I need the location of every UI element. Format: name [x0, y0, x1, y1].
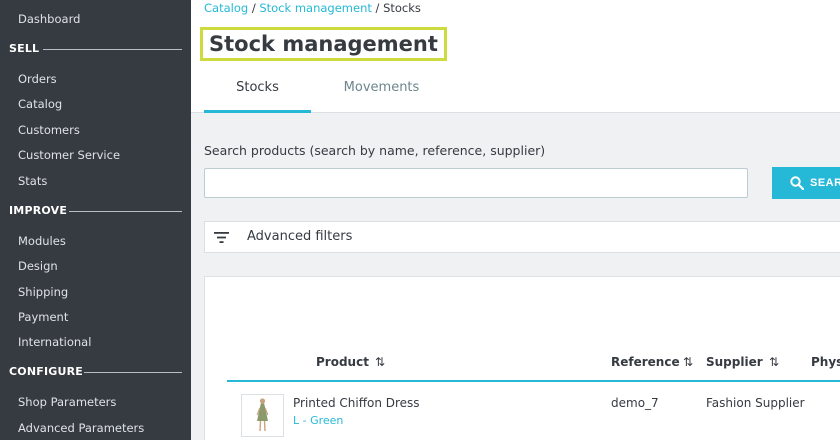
page-title: Stock management	[200, 27, 447, 61]
sidebar-item-shipping[interactable]: Shipping	[18, 285, 68, 299]
tab-movements[interactable]: Movements	[321, 70, 442, 113]
sidebar-divider	[69, 211, 182, 212]
search-input[interactable]	[204, 168, 748, 198]
search-button[interactable]: SEARCH	[772, 167, 840, 199]
sidebar-item-dashboard[interactable]: Dashboard	[18, 12, 80, 26]
product-thumbnail	[241, 394, 284, 437]
column-header-reference: Reference	[611, 355, 680, 369]
sidebar-item-customers[interactable]: Customers	[18, 123, 80, 137]
filter-icon	[214, 232, 229, 243]
sort-icon[interactable]: ⇅	[683, 355, 693, 369]
advanced-filters-label: Advanced filters	[247, 229, 353, 244]
page-header: Catalog / Stock management / Stocks Stoc…	[191, 0, 840, 113]
sidebar-item-design[interactable]: Design	[18, 259, 58, 273]
breadcrumb-separator: /	[248, 1, 260, 15]
dress-image	[256, 398, 269, 432]
search-label: Search products (search by name, referen…	[204, 143, 546, 158]
breadcrumb: Catalog / Stock management / Stocks	[204, 1, 421, 15]
sidebar-item-modules[interactable]: Modules	[18, 234, 66, 248]
product-name[interactable]: Printed Chiffon Dress	[293, 396, 420, 410]
search-button-label: SEARCH	[810, 177, 840, 189]
sort-icon[interactable]: ⇅	[769, 355, 779, 369]
sidebar-item-customer-service[interactable]: Customer Service	[18, 148, 120, 162]
column-header-supplier: Supplier	[706, 355, 763, 369]
sidebar-divider	[84, 372, 182, 373]
sidebar-item-catalog[interactable]: Catalog	[18, 97, 62, 111]
breadcrumb-link-catalog[interactable]: Catalog	[204, 1, 248, 15]
table-header-divider	[227, 380, 840, 382]
sidebar-item-international[interactable]: International	[18, 335, 91, 349]
column-header-product: Product	[316, 355, 369, 369]
product-reference: demo_7	[611, 396, 659, 410]
sidebar-section-improve: IMPROVE	[9, 204, 68, 217]
sidebar-item-advanced-parameters[interactable]: Advanced Parameters	[18, 421, 144, 435]
search-icon	[790, 176, 804, 190]
sidebar-section-configure: CONFIGURE	[9, 365, 83, 378]
sidebar-section-sell: SELL	[9, 42, 40, 55]
column-header-physical: Physical	[811, 355, 840, 369]
breadcrumb-separator: /	[371, 1, 384, 15]
sidebar-item-shop-parameters[interactable]: Shop Parameters	[18, 395, 116, 409]
product-supplier: Fashion Supplier	[706, 396, 805, 410]
sidebar-divider	[43, 49, 182, 50]
breadcrumb-link-stock-management[interactable]: Stock management	[259, 1, 372, 15]
advanced-filters-toggle[interactable]: Advanced filters	[204, 221, 840, 253]
product-variant: L - Green	[293, 414, 344, 427]
sidebar-item-payment[interactable]: Payment	[18, 310, 68, 324]
sidebar-item-stats[interactable]: Stats	[18, 174, 47, 188]
sidebar-item-orders[interactable]: Orders	[18, 72, 57, 86]
breadcrumb-current: Stocks	[383, 1, 421, 15]
tab-stocks[interactable]: Stocks	[204, 70, 311, 113]
sort-icon[interactable]: ⇅	[375, 355, 385, 369]
sidebar: Dashboard SELL Orders Catalog Customers …	[0, 0, 191, 440]
